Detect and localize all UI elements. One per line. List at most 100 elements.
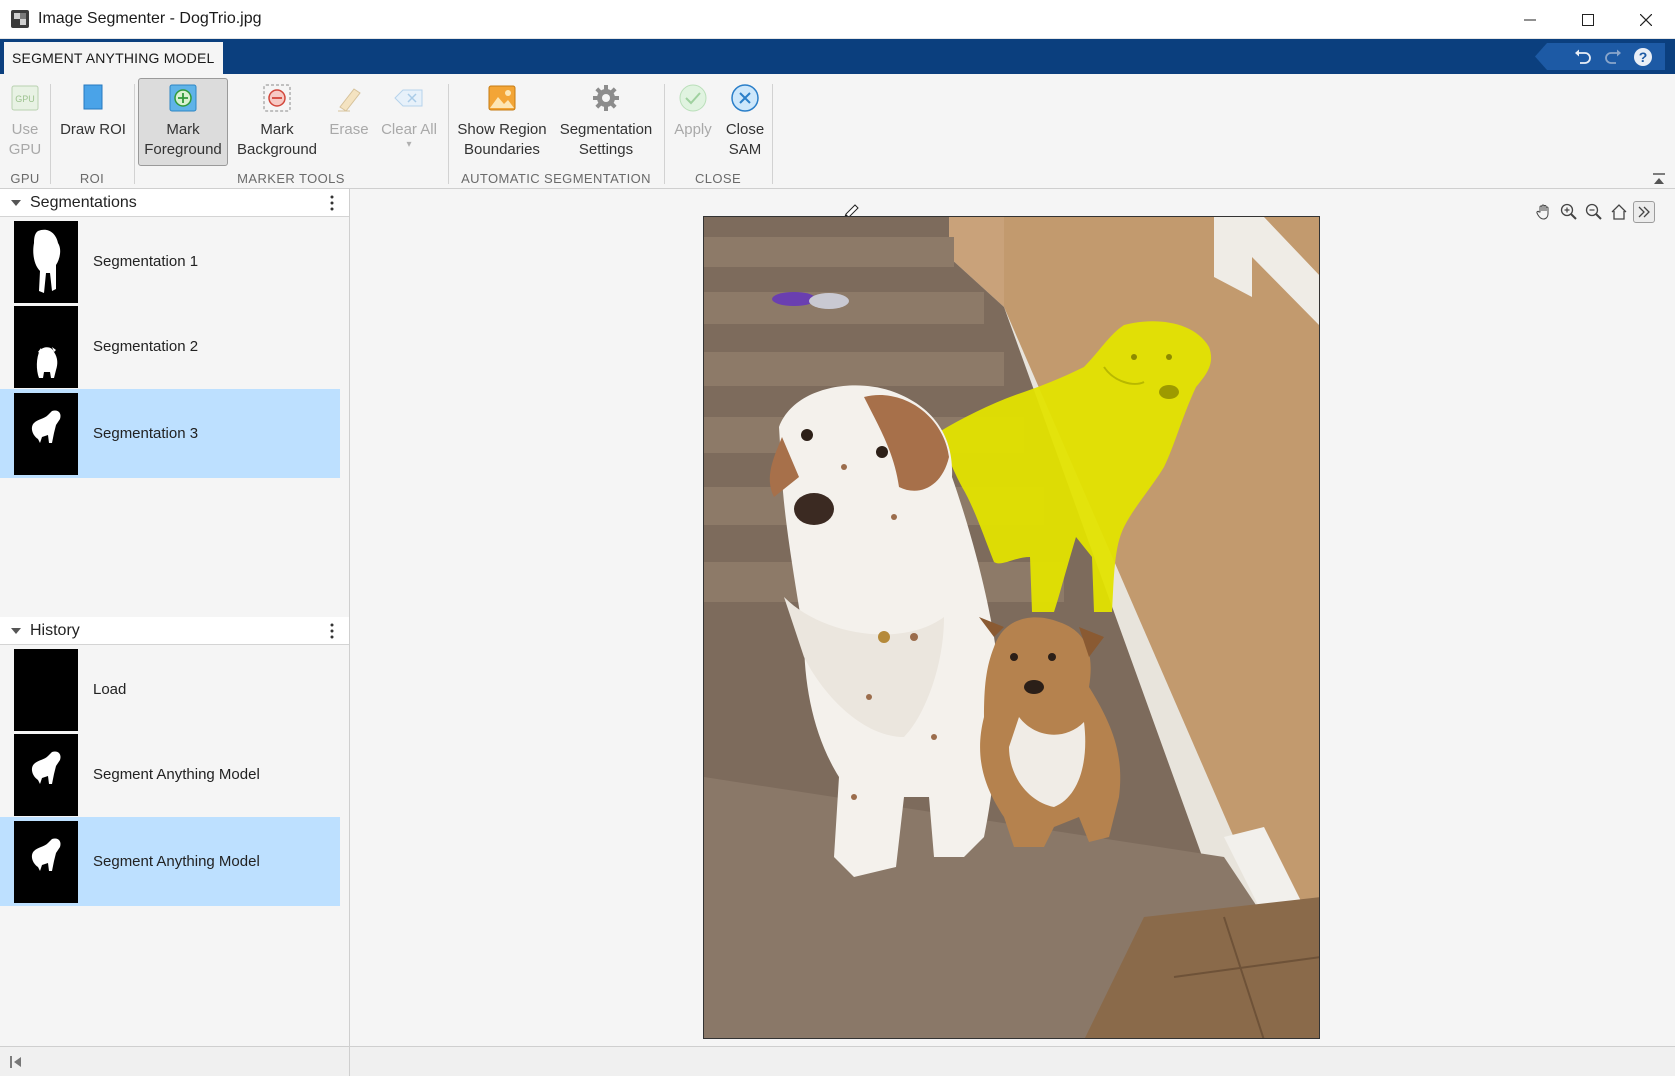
show-region-boundaries-button[interactable]: Show Region Boundaries — [455, 79, 549, 167]
collapse-caret-icon[interactable] — [10, 626, 22, 636]
separator — [134, 84, 135, 184]
history-header[interactable]: History — [0, 617, 349, 645]
mask-thumbnail — [14, 733, 78, 816]
chevron-down-icon: ▾ — [406, 139, 412, 150]
hand-icon — [1536, 204, 1549, 220]
close-icon — [1640, 13, 1652, 26]
check-icon — [676, 81, 710, 115]
draw-roi-button[interactable]: Draw ROI — [58, 79, 128, 167]
toolstrip: GPU Use GPU GPU Draw ROI ROI Mark Foregr… — [0, 74, 1675, 189]
restore-view-button[interactable] — [1608, 201, 1630, 223]
help-icon: ? — [1634, 47, 1652, 66]
segmentations-title: Segmentations — [30, 193, 137, 211]
list-item-label: Segment Anything Model — [93, 766, 260, 783]
erase-button[interactable]: Erase — [326, 79, 372, 167]
window-controls — [1501, 0, 1675, 39]
segmentation-settings-button[interactable]: Segmentation Settings — [556, 79, 656, 167]
clear-all-label: Clear All — [381, 121, 437, 138]
zoom-in-icon — [1560, 203, 1577, 220]
use-gpu-label-1: Use — [11, 121, 39, 138]
collapse-toolstrip-icon[interactable] — [1651, 172, 1667, 186]
zoom-out-button[interactable] — [1583, 201, 1605, 223]
mask-thumbnail — [14, 648, 78, 731]
home-icon — [1611, 204, 1627, 220]
undo-button[interactable] — [1573, 47, 1593, 67]
separator — [772, 84, 773, 184]
segmentations-header[interactable]: Segmentations — [0, 189, 349, 217]
zoom-out-icon — [1585, 203, 1602, 220]
more-options-icon[interactable] — [329, 195, 335, 211]
minimize-icon — [1524, 19, 1536, 20]
section-marker-tools: MARKER TOOLS — [237, 171, 345, 186]
mask-thumbnail — [14, 392, 78, 475]
apply-label: Apply — [674, 121, 712, 138]
quick-access-toolbar: ? — [1535, 43, 1665, 70]
window-title: Image Segmenter - DogTrio.jpg — [38, 10, 262, 27]
double-chevron-right-icon — [1638, 206, 1650, 218]
mark-foreground-label-2: Foreground — [144, 141, 222, 158]
clear-all-button[interactable]: Clear All ▾ — [378, 79, 440, 167]
minus-circle-icon — [260, 81, 294, 115]
left-panel: Segmentations Segmentation 1 Segmentatio… — [0, 189, 350, 1046]
history-item-3[interactable]: Segment Anything Model — [0, 817, 340, 906]
history-title: History — [30, 621, 80, 639]
history-item-1[interactable]: Load — [14, 647, 340, 732]
section-gpu: GPU — [10, 171, 40, 186]
mark-background-label-1: Mark — [260, 121, 294, 138]
pan-button[interactable] — [1533, 201, 1555, 223]
collapse-panel-icon[interactable] — [8, 1054, 24, 1070]
axes-toolbar — [1533, 201, 1655, 223]
draw-roi-label: Draw ROI — [60, 121, 126, 138]
close-window-button[interactable] — [1617, 0, 1675, 39]
gear-icon — [589, 81, 623, 115]
erase-label: Erase — [329, 121, 369, 138]
mark-background-button[interactable]: Mark Background — [234, 79, 320, 167]
image-canvas[interactable] — [703, 216, 1320, 1039]
list-item-label: Segment Anything Model — [93, 853, 260, 870]
tab-segment-anything-model[interactable]: SEGMENT ANYTHING MODEL — [4, 42, 223, 74]
zoom-in-button[interactable] — [1558, 201, 1580, 223]
separator — [50, 84, 51, 184]
segmentation-settings-label-1: Segmentation — [559, 121, 653, 138]
list-item-label: Segmentation 3 — [93, 425, 199, 442]
status-bar-left — [0, 1047, 350, 1076]
segmentation-item-1[interactable]: Segmentation 1 — [14, 219, 340, 304]
app-logo-icon — [11, 10, 29, 28]
list-item-label: Segmentation 2 — [93, 338, 199, 355]
maximize-icon — [1582, 13, 1594, 26]
redo-icon — [1605, 49, 1621, 64]
list-item-label: Segmentation 1 — [93, 253, 199, 270]
mask-thumbnail — [14, 820, 78, 903]
help-button[interactable]: ? — [1633, 47, 1653, 67]
eraser-icon — [332, 81, 366, 115]
section-close: CLOSE — [694, 171, 742, 186]
redo-button[interactable] — [1603, 47, 1623, 67]
close-sam-button[interactable]: Close SAM — [722, 79, 768, 167]
close-sam-label-1: Close — [725, 121, 765, 138]
roi-icon — [76, 81, 110, 115]
image-icon — [485, 81, 519, 115]
apply-button[interactable]: Apply — [670, 79, 716, 167]
use-gpu-label-2: GPU — [8, 141, 42, 158]
show-region-label-2: Boundaries — [464, 141, 540, 158]
maximize-button[interactable] — [1559, 0, 1617, 39]
mark-foreground-button[interactable]: Mark Foreground — [138, 78, 228, 166]
collapse-caret-icon[interactable] — [10, 198, 22, 208]
segmentation-item-2[interactable]: Segmentation 2 — [14, 304, 340, 389]
segmentation-settings-label-2: Settings — [578, 141, 634, 158]
section-roi: ROI — [79, 171, 105, 186]
title-bar: Image Segmenter - DogTrio.jpg — [0, 0, 1675, 39]
close-circle-icon — [728, 81, 762, 115]
undo-icon — [1575, 49, 1591, 64]
mark-foreground-label-1: Mark — [166, 121, 200, 138]
history-item-2[interactable]: Segment Anything Model — [14, 732, 340, 817]
show-region-label-1: Show Region — [457, 121, 547, 138]
expand-toolbar-button[interactable] — [1633, 201, 1655, 223]
segmentation-item-3[interactable]: Segmentation 3 — [0, 389, 340, 478]
more-options-icon[interactable] — [329, 623, 335, 639]
list-item-label: Load — [93, 681, 127, 698]
use-gpu-button[interactable]: GPU Use GPU — [6, 79, 44, 167]
minimize-button[interactable] — [1501, 0, 1559, 39]
separator — [664, 84, 665, 184]
mask-thumbnail — [14, 305, 78, 388]
